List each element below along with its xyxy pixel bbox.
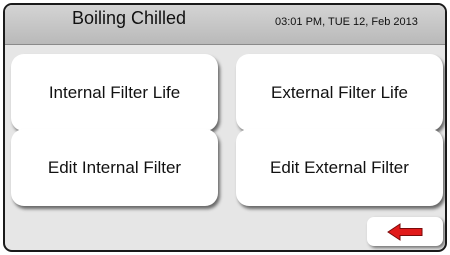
device-screen: Boiling Chilled 03:01 PM, TUE 12, Feb 20… xyxy=(3,3,447,252)
arrow-left-icon xyxy=(387,222,423,241)
title-bar: Boiling Chilled 03:01 PM, TUE 12, Feb 20… xyxy=(5,5,445,45)
internal-filter-life-button[interactable]: Internal Filter Life xyxy=(11,54,218,131)
page-title: Boiling Chilled xyxy=(72,8,187,28)
external-filter-life-button[interactable]: External Filter Life xyxy=(236,54,443,131)
edit-internal-filter-button[interactable]: Edit Internal Filter xyxy=(11,129,218,206)
date-time: 03:01 PM, TUE 12, Feb 2013 xyxy=(275,16,418,28)
back-button[interactable] xyxy=(367,217,443,246)
edit-external-filter-button[interactable]: Edit External Filter xyxy=(236,129,443,206)
